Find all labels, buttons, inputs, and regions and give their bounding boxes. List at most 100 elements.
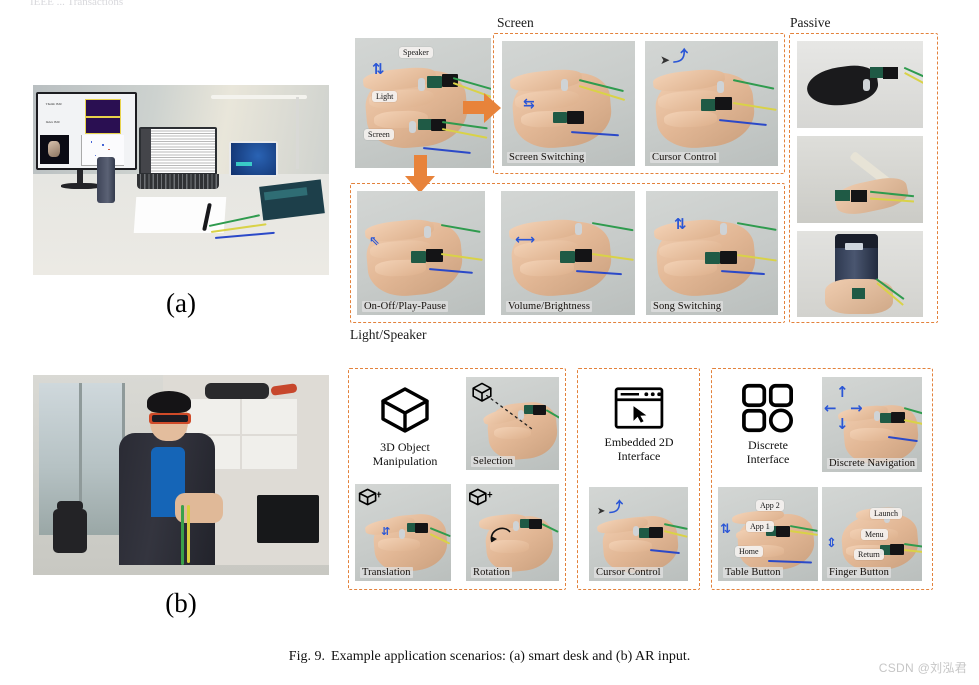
rotation-arrow-icon bbox=[490, 527, 511, 543]
translate-arrow-icon: ⇵ bbox=[381, 525, 391, 538]
screen-group-title: Screen bbox=[497, 15, 534, 30]
cube-icon-tile: 3D Object Manipulation bbox=[355, 377, 455, 477]
updown-arrow-icon: ⇅ bbox=[372, 60, 385, 78]
translation-caption: Translation bbox=[360, 567, 413, 578]
browser-window-icon-tile: Embedded 2D Interface bbox=[585, 375, 693, 475]
pill-speaker: Speaker bbox=[399, 47, 433, 58]
left-right-arrow-icon: ⟷ bbox=[515, 232, 536, 248]
volume-brightness-photo: ⟷ Volume/Brightness bbox=[501, 191, 635, 315]
screen-switching-photo: ⇆ Screen Switching bbox=[502, 41, 635, 166]
down-arrow-icon: ↓ bbox=[836, 415, 849, 433]
discrete-navigation-photo: ↑ ↓ ← → Discrete Navigation bbox=[822, 377, 922, 472]
laptop-keyboard bbox=[137, 174, 219, 189]
cube-rotate-icon bbox=[469, 488, 493, 506]
selection-photo: Selection bbox=[466, 377, 559, 470]
laptop-document bbox=[151, 129, 215, 173]
figure-caption-label: Fig. 9. bbox=[288, 649, 325, 664]
figure-caption: Fig. 9. Example application scenarios: (a… bbox=[0, 649, 979, 665]
cube-icon-label: 3D Object Manipulation bbox=[372, 440, 438, 468]
table-button-caption: Table Button bbox=[723, 567, 783, 578]
four-squares-icon bbox=[742, 384, 793, 433]
desk-lamp bbox=[211, 95, 307, 99]
page-header-cutoff: IEEE ... Transactions bbox=[30, 0, 124, 8]
right-arrow-icon: → bbox=[850, 399, 863, 417]
table-button-photo: ⇅ App 2 App 1 Home Table Button bbox=[718, 487, 818, 581]
cursor-pointer-icon: ➤ bbox=[660, 53, 671, 67]
swipe-arrow-icon: ⇆ bbox=[523, 96, 535, 112]
figure-caption-text: Example application scenarios: (a) smart… bbox=[330, 649, 691, 664]
browser-window-icon-label: Embedded 2D Interface bbox=[604, 435, 674, 463]
pill-app-1: App 1 bbox=[746, 521, 774, 532]
passive-group-title: Passive bbox=[790, 15, 831, 30]
updown-arrow-icon: ⇅ bbox=[720, 522, 731, 537]
cursor-control-2d-photo: ➤ ⤴ Cursor Control bbox=[589, 487, 688, 581]
desk-paper bbox=[133, 197, 227, 233]
left-arrow-icon: ← bbox=[824, 399, 837, 417]
translation-photo: ⇵ Translation bbox=[355, 484, 451, 581]
cursor-control-screen-caption: Cursor Control bbox=[650, 152, 719, 163]
curved-motion-arrow-icon: ⤴ bbox=[673, 47, 689, 65]
cube-icon bbox=[381, 387, 429, 433]
rotation-photo: Rotation bbox=[466, 484, 559, 581]
passive-bottle-photo bbox=[797, 231, 923, 317]
on-off-play-pause-caption: On-Off/Play-Pause bbox=[362, 301, 448, 312]
desk-monitor: Thumb IMU Index IMU bbox=[36, 92, 137, 170]
finger-button-caption: Finger Button bbox=[827, 567, 891, 578]
desk-lamp-arm bbox=[296, 97, 299, 169]
ar-input-photo bbox=[33, 375, 329, 575]
tablet-screen bbox=[231, 143, 276, 175]
smart-desk-photo: Thumb IMU Index IMU bbox=[33, 85, 329, 275]
rotation-caption: Rotation bbox=[471, 567, 512, 578]
desk-wire-blue bbox=[214, 231, 275, 239]
pill-launch: Launch bbox=[870, 508, 902, 519]
cube-translate-icon bbox=[358, 488, 382, 506]
curved-motion-arrow-icon: ⤴ bbox=[609, 500, 623, 516]
song-switching-caption: Song Switching bbox=[651, 301, 724, 312]
finger-button-photo: ⇕ Launch Menu Return Finger Button bbox=[822, 487, 922, 581]
subfigure-b-label: (b) bbox=[165, 588, 197, 618]
tap-arrow-icon: ⇖ bbox=[369, 234, 380, 249]
four-squares-icon-label: Discrete Interface bbox=[746, 438, 790, 466]
desk-circuit-board bbox=[259, 179, 325, 221]
cursor-control-2d-caption: Cursor Control bbox=[594, 567, 663, 578]
office-monitor bbox=[257, 495, 319, 543]
passive-mouse-photo bbox=[797, 41, 923, 128]
laptop-screen bbox=[141, 129, 215, 173]
browser-window-icon bbox=[614, 387, 664, 429]
office-chair bbox=[47, 501, 109, 565]
volume-brightness-caption: Volume/Brightness bbox=[506, 301, 593, 312]
figure-page: IEEE ... Transactions Thumb IMU Index IM… bbox=[0, 0, 979, 685]
on-off-play-pause-photo: ⇖ On-Off/Play-Pause bbox=[357, 191, 485, 315]
ar-glasses bbox=[149, 413, 191, 424]
person-hair bbox=[147, 391, 191, 413]
selection-caption: Selection bbox=[471, 456, 515, 467]
subfigure-a-label: (a) bbox=[166, 288, 196, 318]
diagonal-arrow-icon: ⇕ bbox=[826, 536, 837, 551]
ar-wire-yellow bbox=[187, 505, 190, 563]
pill-light: Light bbox=[372, 91, 398, 102]
thumb-imu-plot bbox=[84, 99, 122, 117]
four-squares-icon-tile: Discrete Interface bbox=[718, 375, 818, 475]
up-arrow-icon: ↑ bbox=[836, 383, 849, 401]
pill-return: Return bbox=[854, 549, 884, 560]
shelf-clutter bbox=[205, 383, 269, 399]
desk-monitor-screen: Thumb IMU Index IMU bbox=[38, 94, 135, 168]
light-speaker-group-title: Light/Speaker bbox=[350, 327, 427, 342]
laptop-lid bbox=[139, 127, 217, 175]
index-imu-label: Index IMU bbox=[45, 119, 61, 124]
pill-screen: Screen bbox=[364, 129, 394, 140]
discrete-navigation-caption: Discrete Navigation bbox=[827, 458, 918, 469]
thumb-imu-label: Thumb IMU bbox=[45, 102, 62, 107]
screen-switching-caption: Screen Switching bbox=[507, 152, 587, 163]
monitor-stand bbox=[77, 170, 83, 184]
cursor-control-screen-photo: ➤ ⤴ Cursor Control bbox=[645, 41, 778, 166]
pill-menu: Menu bbox=[861, 529, 888, 540]
song-switching-photo: ⇅ Song Switching bbox=[646, 191, 778, 315]
cursor-pointer-icon: ➤ bbox=[597, 506, 606, 517]
desk-speaker bbox=[97, 157, 115, 203]
selection-ray-line bbox=[486, 395, 533, 430]
ar-wire-green bbox=[181, 505, 184, 565]
pill-home: Home bbox=[735, 546, 763, 557]
pill-app-2: App 2 bbox=[756, 500, 784, 511]
up-down-arrow-icon: ⇅ bbox=[674, 215, 687, 233]
